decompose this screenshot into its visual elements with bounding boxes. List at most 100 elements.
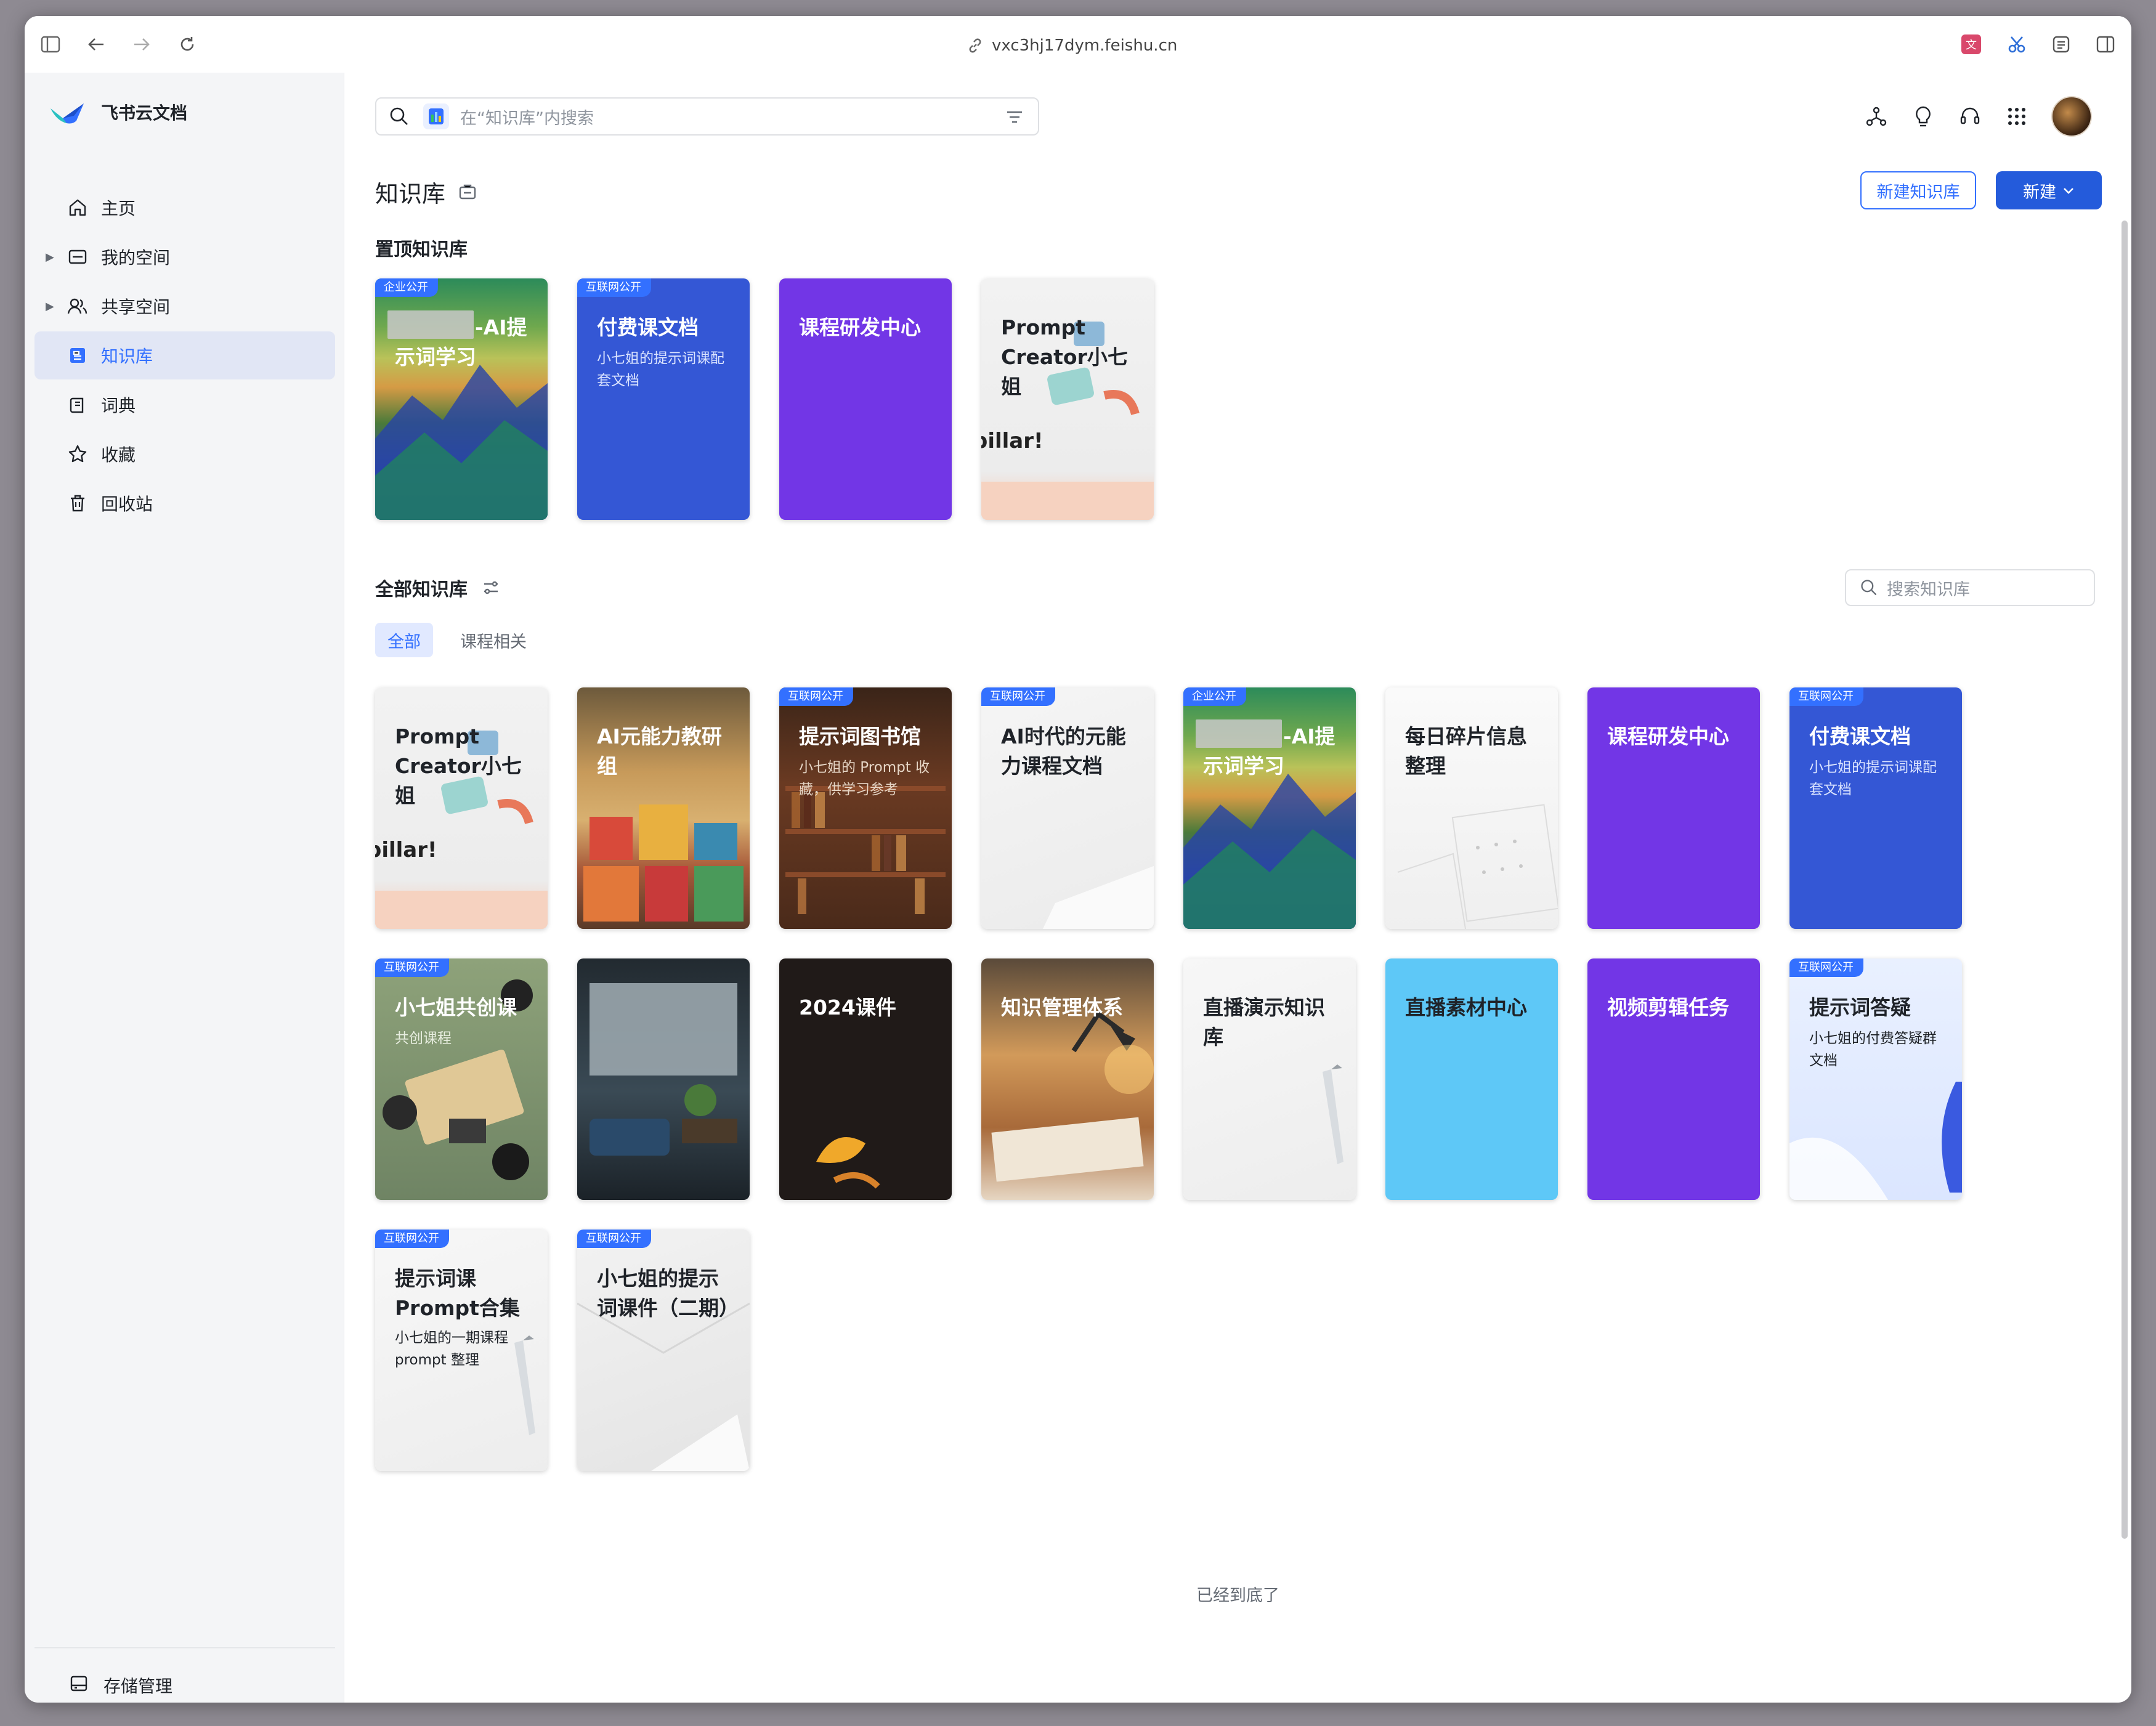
filter-chip-course[interactable]: 课程相关: [448, 623, 539, 657]
lightbulb-icon[interactable]: [1911, 104, 1935, 129]
wiki-card[interactable]: AI元能力教研组: [577, 687, 750, 929]
wiki-card[interactable]: 互联网公开 付费课文档 小七姐的提示词课配套文档: [1789, 687, 1962, 929]
room-art: [577, 958, 750, 1200]
folder-icon: [67, 246, 89, 268]
browser-window: vxc3hj17dym.feishu.cn 文 飞书云文档 主页 ▶ 我的空间 …: [25, 16, 2131, 1703]
card-title: 提示词课Prompt合集: [395, 1266, 520, 1320]
filter-chips: 全部 课程相关: [375, 623, 539, 657]
end-of-list-text: 已经到底了: [1196, 1586, 1279, 1605]
card-title: Prompt Creator小七姐: [395, 724, 522, 808]
wiki-card[interactable]: 2024课件: [779, 958, 952, 1200]
card-title: 提示词答疑: [1809, 995, 1911, 1019]
wiki-card[interactable]: Prompt Creator小七姐 pillar!: [375, 687, 548, 929]
apps-grid-icon[interactable]: [2004, 104, 2029, 129]
sidebar-item-shared-space[interactable]: ▶ 共享空间: [34, 282, 335, 330]
card-title: AI时代的元能力课程文档: [1001, 724, 1126, 778]
forward-arrow-icon[interactable]: [129, 32, 154, 57]
main-content: 在“知识库”内搜索 知识库 新建知识库 新建 置顶知识库 企业公开 -AI提示词…: [344, 73, 2131, 1703]
trash-icon: [67, 492, 89, 514]
wiki-card[interactable]: [577, 958, 750, 1200]
card-title: 付费课文档: [597, 315, 699, 339]
caret-right-icon[interactable]: ▶: [46, 251, 54, 264]
public-tag: 互联网公开: [375, 958, 449, 977]
wiki-card[interactable]: 每日碎片信息整理: [1385, 687, 1558, 929]
scissors-extension-icon[interactable]: [2004, 32, 2029, 57]
search-icon: [390, 107, 408, 125]
new-button[interactable]: 新建: [1996, 171, 2102, 209]
star-icon: [67, 443, 89, 465]
wiki-card[interactable]: 课程研发中心: [779, 278, 952, 520]
wiki-info-icon[interactable]: [458, 182, 477, 202]
sidebar-nav: 主页 ▶ 我的空间 ▶ 共享空间 知识库 词典 收藏 回收站: [34, 184, 335, 529]
wiki-card[interactable]: 互联网公开 提示词课Prompt合集 小七姐的一期课程prompt 整理: [375, 1230, 548, 1471]
translate-extension-icon[interactable]: 文: [1959, 32, 1984, 57]
public-tag: 互联网公开: [1789, 958, 1863, 977]
sidebar: 飞书云文档 主页 ▶ 我的空间 ▶ 共享空间 知识库 词典 收藏 回收站 存储管…: [25, 73, 344, 1703]
wiki-search-input[interactable]: 搜索知识库: [1845, 569, 2095, 606]
card-title: 视频剪辑任务: [1607, 995, 1729, 1019]
art-text: pillar!: [981, 429, 1044, 453]
wiki-card[interactable]: 企业公开 -AI提示词学习: [1183, 687, 1356, 929]
wiki-card[interactable]: 课程研发中心: [1587, 687, 1760, 929]
reload-icon[interactable]: [175, 32, 200, 57]
sidebar-item-label: 回收站: [101, 494, 153, 514]
all-section-title: 全部知识库: [375, 574, 501, 601]
wiki-card[interactable]: 视频剪辑任务: [1587, 958, 1760, 1200]
public-tag: 互联网公开: [779, 687, 853, 706]
caret-right-icon[interactable]: ▶: [46, 300, 54, 313]
card-title: 课程研发中心: [1607, 724, 1729, 748]
new-wiki-button[interactable]: 新建知识库: [1860, 171, 1976, 209]
search-input[interactable]: 在“知识库”内搜索: [375, 97, 1039, 136]
sidebar-item-label: 主页: [101, 198, 136, 219]
chevron-down-icon: [2064, 188, 2073, 194]
wiki-card[interactable]: Prompt Creator小七姐 pillar!: [981, 278, 1154, 520]
sidebar-item-favorites[interactable]: 收藏: [34, 430, 335, 478]
users-icon: [67, 295, 89, 317]
url-text: vxc3hj17dym.feishu.cn: [992, 36, 1178, 55]
public-tag: 企业公开: [375, 278, 438, 297]
feishu-docs-logo: [51, 103, 84, 124]
card-title: 每日碎片信息整理: [1405, 724, 1527, 778]
sidebar-item-my-space[interactable]: ▶ 我的空间: [34, 233, 335, 281]
sidebar-item-wiki[interactable]: 知识库: [34, 331, 335, 379]
card-title: -AI提示词学习: [395, 315, 527, 369]
sidebar-item-home[interactable]: 主页: [34, 184, 335, 232]
storage-label: 存储管理: [103, 1676, 173, 1696]
card-description: 小七姐的 Prompt 收藏，供学习参考: [799, 760, 930, 798]
wiki-card[interactable]: 互联网公开 小七姐的提示词课件（二期）: [577, 1230, 750, 1471]
wiki-card[interactable]: 互联网公开 AI时代的元能力课程文档: [981, 687, 1154, 929]
wiki-card[interactable]: 知识管理体系: [981, 958, 1154, 1200]
back-arrow-icon[interactable]: [84, 32, 108, 57]
all-section-title-text: 全部知识库: [375, 579, 468, 601]
address-bar[interactable]: vxc3hj17dym.feishu.cn: [967, 33, 1177, 58]
wiki-card[interactable]: 互联网公开 小七姐共创课 共创课程: [375, 958, 548, 1200]
wiki-card[interactable]: 互联网公开 提示词答疑 小七姐的付费答疑群文档: [1789, 958, 1962, 1200]
page-title-text: 知识库: [375, 180, 446, 208]
wiki-card[interactable]: 企业公开 -AI提示词学习: [375, 278, 548, 520]
scrollbar[interactable]: [2122, 221, 2128, 1539]
reader-extension-icon[interactable]: [2049, 32, 2073, 57]
sidebar-item-trash[interactable]: 回收站: [34, 479, 335, 527]
filter-icon[interactable]: [1005, 107, 1024, 127]
card-title: 2024课件: [799, 995, 896, 1019]
split-view-icon[interactable]: [2093, 32, 2118, 57]
headset-icon[interactable]: [1958, 104, 1982, 129]
graph-icon[interactable]: [1864, 104, 1889, 129]
pinned-section-title: 置顶知识库: [375, 239, 468, 261]
filter-chip-all[interactable]: 全部: [375, 623, 433, 657]
card-title: 知识管理体系: [1001, 995, 1123, 1019]
sidebar-toggle-icon[interactable]: [38, 32, 63, 57]
wiki-card[interactable]: 互联网公开 付费课文档 小七姐的提示词课配套文档: [577, 278, 750, 520]
storage-management[interactable]: 存储管理: [34, 1647, 335, 1703]
wiki-card[interactable]: 直播演示知识库: [1183, 958, 1356, 1200]
ai-search-icon[interactable]: [423, 103, 449, 129]
card-title: 直播演示知识库: [1203, 995, 1325, 1049]
sidebar-item-dictionary[interactable]: 词典: [34, 381, 335, 429]
sort-settings-icon[interactable]: [481, 578, 501, 598]
search-placeholder: 在“知识库”内搜索: [460, 108, 594, 128]
brand[interactable]: 飞书云文档: [49, 100, 187, 124]
user-avatar[interactable]: [2051, 96, 2092, 137]
wiki-card[interactable]: 直播素材中心: [1385, 958, 1558, 1200]
wiki-card[interactable]: 互联网公开 提示词图书馆 小七姐的 Prompt 收藏，供学习参考: [779, 687, 952, 929]
dictionary-icon: [67, 394, 89, 416]
